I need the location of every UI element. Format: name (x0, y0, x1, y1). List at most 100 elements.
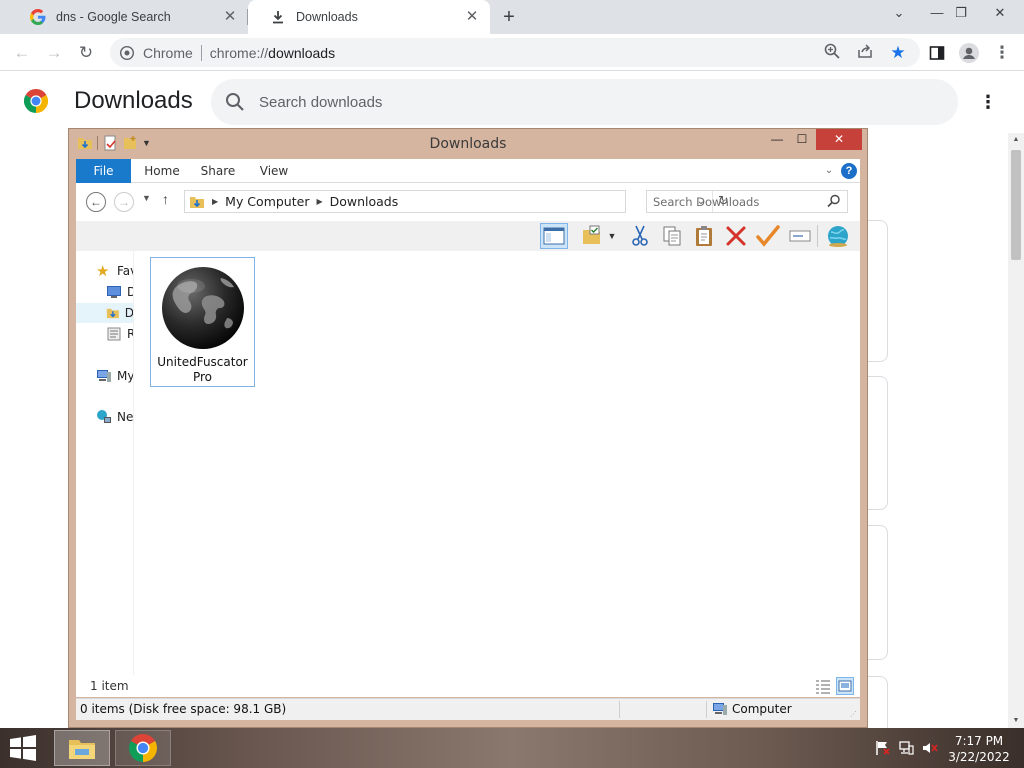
delete-x-icon (726, 226, 746, 246)
status-free-space: 0 items (Disk free space: 98.1 GB) (80, 702, 287, 716)
help-icon[interactable]: ? (841, 163, 857, 179)
bookmark-star-icon[interactable]: ★ (888, 43, 908, 63)
site-chip[interactable]: Chrome (120, 45, 193, 61)
file-explorer-icon (69, 740, 95, 759)
copy-button[interactable] (658, 223, 686, 249)
scrollbar-thumb[interactable] (1011, 150, 1021, 260)
tab-downloads[interactable]: Downloads ✕ (248, 0, 490, 34)
resize-grip-icon[interactable]: ⋰ (850, 710, 858, 718)
close-window-button[interactable]: ✕ (989, 2, 1011, 24)
explorer-back-button[interactable]: ← (86, 192, 106, 212)
explorer-search-input[interactable] (653, 194, 823, 210)
scroll-up-arrow-icon[interactable]: ▲ (1008, 133, 1024, 147)
taskbar-clock[interactable]: 7:17 PM 3/22/2022 (946, 733, 1012, 765)
rename-button[interactable] (754, 223, 782, 249)
file-explorer-window: ▼ Downloads — ☐ ✕ File Home Share View ⌄… (68, 128, 868, 728)
ribbon-tab-file[interactable]: File (76, 159, 131, 183)
details-view-icon[interactable] (814, 677, 832, 695)
tab-search-chevron-icon[interactable]: ⌄ (888, 2, 910, 24)
action-center-flag-icon[interactable] (874, 740, 890, 756)
explorer-address-bar[interactable]: ▶ My Computer ▶ Downloads ⌄ ↻ (184, 190, 729, 213)
explorer-address-row: ← → ▼ ↑ ▶ My Computer ▶ Downloads ⌄ ↻ (76, 183, 860, 221)
minimize-button[interactable]: — (926, 2, 948, 24)
ribbon-tab-home[interactable]: Home (136, 159, 188, 183)
breadcrumb-arrow-icon[interactable]: ▶ (316, 197, 322, 206)
tab-close-icon[interactable]: ✕ (222, 9, 238, 25)
search-downloads[interactable] (211, 79, 958, 125)
file-name: UnitedFuscatorPro (157, 355, 248, 384)
select-dropdown-icon[interactable]: ▼ (604, 223, 620, 249)
scissors-icon (632, 225, 648, 246)
restore-button[interactable]: ❐ (950, 2, 972, 24)
page-scrollbar[interactable]: ▲ ▼ (1008, 133, 1024, 728)
address-bar[interactable]: Chrome chrome://downloads ★ (110, 38, 920, 67)
breadcrumb-arrow-icon[interactable]: ▶ (212, 197, 218, 206)
more-actions-icon[interactable]: ⋮ (978, 91, 998, 113)
ribbon-tabs: File Home Share View ⌄ ? (76, 159, 860, 183)
nav-network[interactable]: Ne (96, 407, 133, 427)
omnibox-divider (200, 44, 202, 61)
delete-button[interactable] (722, 223, 750, 249)
download-icon (270, 9, 286, 25)
checkmark-icon (756, 225, 780, 247)
explorer-status-bar: 0 items (Disk free space: 98.1 GB) Compu… (76, 698, 860, 720)
nav-my-computer[interactable]: My (96, 366, 133, 386)
nav-recent-places[interactable]: R (106, 324, 133, 344)
profile-avatar-icon[interactable] (957, 41, 981, 65)
chrome-menu-icon[interactable]: ⋮ (990, 41, 1014, 65)
search-downloads-input[interactable] (259, 91, 859, 113)
url-scheme: chrome:// (209, 44, 269, 61)
network-tray-icon[interactable] (898, 740, 914, 756)
explorer-titlebar[interactable]: ▼ Downloads — ☐ ✕ (69, 129, 867, 159)
explorer-close-button[interactable]: ✕ (816, 129, 862, 150)
download-card (866, 220, 888, 362)
ribbon-expand-chevron-icon[interactable]: ⌄ (822, 164, 836, 178)
reload-button[interactable]: ↻ (74, 41, 98, 65)
preview-pane-button[interactable] (540, 223, 568, 249)
side-panel-icon[interactable] (925, 41, 949, 65)
recent-locations-icon[interactable]: ▼ (142, 193, 151, 203)
ribbon-tab-share[interactable]: Share (192, 159, 244, 183)
explorer-minimize-button[interactable]: — (766, 129, 788, 150)
forward-button[interactable]: → (42, 41, 66, 65)
paste-button[interactable] (690, 223, 718, 249)
breadcrumb-my-computer[interactable]: My Computer (225, 194, 309, 209)
large-icons-view-icon (838, 680, 852, 692)
desktop-icon (107, 286, 121, 298)
nav-favorites[interactable]: ★ Fav (96, 261, 133, 281)
scroll-down-arrow-icon[interactable]: ▼ (1008, 714, 1024, 728)
taskbar: 7:17 PM 3/22/2022 (0, 728, 1024, 768)
large-icons-view-button[interactable] (836, 677, 854, 695)
globe-network-icon (828, 226, 848, 247)
zoom-icon[interactable] (822, 43, 842, 63)
share-icon[interactable] (855, 43, 875, 63)
taskbar-file-explorer[interactable] (54, 730, 110, 766)
tab-google-search[interactable]: dns - Google Search ✕ (8, 0, 248, 34)
copy-icon (663, 226, 681, 246)
download-card (866, 525, 888, 660)
ribbon-tab-view[interactable]: View (248, 159, 300, 183)
explorer-search-box[interactable] (646, 190, 848, 213)
volume-muted-icon[interactable] (922, 740, 938, 756)
nav-desktop[interactable]: D (106, 282, 133, 302)
explorer-forward-button[interactable]: → (114, 192, 134, 212)
taskbar-chrome[interactable] (115, 730, 171, 766)
windows-start-icon[interactable] (8, 735, 38, 761)
cut-button[interactable] (626, 223, 654, 249)
google-g-icon (30, 9, 46, 25)
nav-downloads[interactable]: D (76, 303, 133, 323)
rename-field-button[interactable] (786, 223, 814, 249)
breadcrumb-downloads[interactable]: Downloads (330, 194, 399, 209)
folder-check-icon (583, 225, 600, 244)
tab-close-icon[interactable]: ✕ (464, 9, 480, 25)
up-folder-icon[interactable]: ↑ (162, 191, 169, 207)
network-globe-button[interactable] (824, 223, 852, 249)
back-button[interactable]: ← (10, 41, 34, 65)
recent-places-icon (107, 327, 121, 341)
preview-pane-icon (543, 227, 565, 245)
explorer-maximize-button[interactable]: ☐ (791, 129, 813, 150)
select-all-button[interactable] (578, 223, 606, 249)
new-tab-button[interactable]: + (498, 6, 520, 28)
file-item[interactable]: UnitedFuscatorPro (150, 257, 255, 387)
browser-toolbar: ← → ↻ Chrome chrome://downloads ★ ⋮ (0, 34, 1024, 71)
